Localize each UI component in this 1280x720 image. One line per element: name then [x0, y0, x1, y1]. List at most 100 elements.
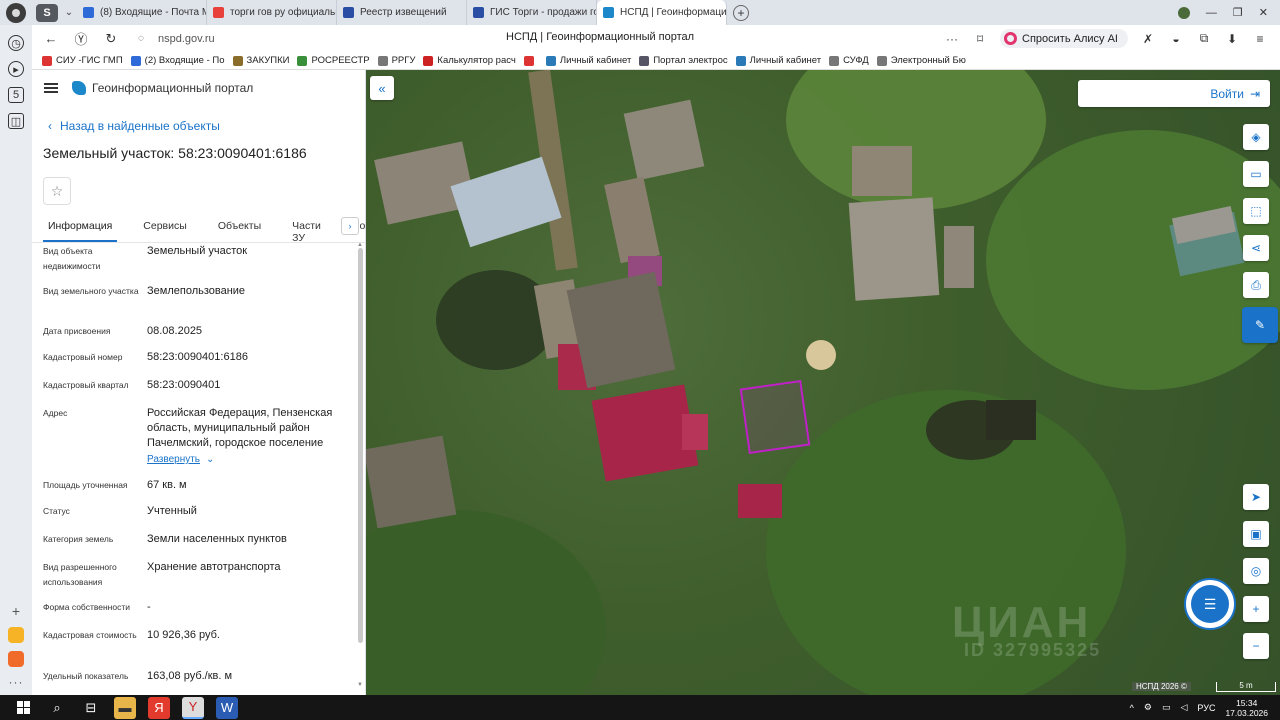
browser-tab[interactable]: НСПД | Геоинформацион ✕ — [597, 0, 727, 25]
tray-app-icon[interactable]: ⚙ — [1144, 702, 1152, 713]
panel-scrollbar[interactable] — [358, 248, 363, 643]
panel-tab[interactable]: Информация — [43, 217, 118, 242]
app-icon-yellow[interactable] — [8, 627, 24, 643]
bookmark-icon[interactable]: ⌑ — [972, 31, 988, 47]
five-icon[interactable]: 5 — [8, 87, 24, 103]
restore-icon[interactable]: ❐ — [1233, 6, 1243, 19]
sand-patch — [806, 340, 836, 370]
bookmark-item[interactable]: Калькулятор расч — [423, 55, 516, 66]
ruler-icon[interactable]: ▭ — [1243, 161, 1269, 187]
panel-tab[interactable]: Сервисы — [138, 217, 192, 242]
property-value: 08.08.2025 — [147, 325, 203, 337]
explorer-icon[interactable]: ▬ — [114, 696, 136, 719]
back-arrow-icon[interactable]: ← — [40, 28, 62, 50]
print-icon[interactable]: ⎙ — [1243, 272, 1269, 298]
chat-button[interactable]: ☰ — [1184, 578, 1236, 630]
geolocation-icon[interactable]: ◎ — [1243, 558, 1269, 584]
portal-logo-icon — [72, 81, 86, 95]
close-window-icon[interactable]: ✕ — [1259, 6, 1268, 19]
browser-tab[interactable]: торги гов ру официальн — [207, 0, 337, 25]
browser-tab[interactable]: (8) Входящие - Почта Ma — [77, 0, 207, 25]
minimap-icon[interactable]: ▣ — [1243, 521, 1269, 547]
site-info-icon[interactable]: ◌ — [130, 28, 152, 50]
menu-icon[interactable]: ≡ — [1252, 31, 1268, 47]
url-field[interactable]: nspd.gov.ru — [158, 33, 215, 45]
browser-tab[interactable]: ГИС Торги - продажи гос — [467, 0, 597, 25]
object-tabs: ИнформацияСервисыОбъектыЧасти ЗУСостав› — [32, 217, 365, 244]
map-scale: 5 m — [1216, 682, 1276, 692]
volume-icon[interactable]: ◁ — [1181, 702, 1188, 713]
screenshot-icon[interactable]: ◫ — [8, 113, 24, 129]
yandex-browser-icon[interactable]: Я — [148, 696, 170, 719]
property-value: Российская Федерация, Пензенская область… — [147, 407, 333, 449]
collections-icon[interactable]: ⧉ — [1196, 31, 1212, 47]
share-icon[interactable]: ⋖ — [1243, 235, 1269, 261]
history-icon[interactable]: ◷ — [8, 35, 24, 51]
select-area-icon[interactable]: ⬚ — [1243, 198, 1269, 224]
bookmark-item[interactable]: СИУ -ГИС ГМП — [42, 55, 123, 66]
back-to-results-link[interactable]: ‹ Назад в найденные объекты — [48, 119, 365, 133]
satellite-map[interactable]: ЦИАН ID 327995325 « Войти ⇥ ◈ ▭ ⬚ ⋖ ⎙ ✎ … — [366, 70, 1280, 695]
zoom-in-button[interactable]: + — [1243, 596, 1269, 622]
bookmark-item[interactable]: Личный кабинет — [735, 55, 821, 66]
tray-chevron-icon[interactable]: ^ — [1130, 703, 1134, 713]
browser-tab[interactable]: Реестр извещений — [337, 0, 467, 25]
address-bar: ← Ⓨ ↻ ◌ nspd.gov.ru НСПД | Геоинформацио… — [32, 25, 1280, 52]
layers-icon[interactable]: ◈ — [1243, 124, 1269, 150]
profile-s-icon[interactable]: S — [36, 3, 58, 22]
play-icon[interactable]: ▸ — [8, 61, 24, 77]
language-indicator[interactable]: РУС — [1197, 703, 1215, 713]
translate-icon[interactable]: ✗ — [1140, 31, 1156, 47]
app-icon-orange[interactable] — [8, 651, 24, 667]
building-roof — [944, 226, 974, 288]
property-key: Статус — [43, 506, 70, 516]
more-options-icon[interactable]: ··· — [944, 31, 960, 47]
bookmark-item[interactable] — [523, 55, 538, 66]
chevron-down-icon[interactable]: ⌄ — [61, 4, 77, 22]
login-button[interactable]: Войти ⇥ — [1078, 80, 1270, 107]
clock[interactable]: 15:34 17.03.2026 — [1225, 698, 1268, 718]
search-icon[interactable]: ⌕ — [46, 697, 68, 719]
minimize-icon[interactable]: — — [1206, 7, 1217, 19]
add-panel-icon[interactable]: + — [12, 603, 20, 619]
bookmark-item[interactable]: Электронный Бю — [876, 55, 966, 66]
locate-me-icon[interactable]: ➤ — [1243, 484, 1269, 510]
bookmark-item[interactable]: РРГУ — [377, 55, 415, 66]
property-key: Вид объекта недвижимости — [43, 246, 101, 271]
expand-address-link[interactable]: Развернуть ⌄ — [147, 452, 347, 467]
reader-icon[interactable]: ◒ — [1168, 31, 1184, 47]
ask-alice-button[interactable]: Спросить Алису AI — [1000, 29, 1128, 48]
bookmark-item[interactable]: Портал электрос — [639, 55, 728, 66]
bookmark-item[interactable]: СУФД — [829, 55, 869, 66]
scroll-down-icon[interactable]: ▼ — [357, 682, 363, 688]
selected-parcel-outline[interactable] — [739, 380, 811, 454]
yandex-active-icon[interactable]: Y — [182, 696, 204, 719]
task-view-icon[interactable]: ⊟ — [80, 697, 102, 719]
reload-icon[interactable]: ↻ — [100, 28, 122, 50]
yandex-icon[interactable]: Ⓨ — [70, 28, 92, 50]
property-row: Вид земельного участка Землепользование — [43, 284, 365, 324]
bookmark-item[interactable]: Личный кабинет — [545, 55, 631, 66]
new-tab-button[interactable]: + — [733, 4, 749, 21]
network-icon[interactable]: ▭ — [1162, 702, 1171, 713]
property-key: Удельный показатель — [43, 671, 129, 681]
browser-logo-icon[interactable] — [6, 2, 26, 23]
tabs-scroll-right-icon[interactable]: › — [341, 217, 359, 235]
panel-tab[interactable]: Объекты — [213, 217, 266, 242]
favorite-star-icon[interactable]: ☆ — [43, 177, 71, 205]
tab-favicon-icon — [473, 7, 484, 18]
downloads-icon[interactable]: ⬇ — [1224, 31, 1240, 47]
bookmark-item[interactable]: РОСРЕЕСТР — [297, 55, 370, 66]
draw-icon[interactable]: ✎ — [1242, 307, 1278, 343]
extension-icon[interactable] — [1177, 6, 1190, 19]
bookmark-item[interactable]: ЗАКУПКИ — [232, 55, 289, 66]
zoom-out-button[interactable]: − — [1243, 633, 1269, 659]
property-row: Вид разрешенного использования Хранение … — [43, 560, 365, 600]
bookmark-item[interactable]: (2) Входящие - По — [130, 55, 225, 66]
panel-tab[interactable]: Части ЗУ — [287, 217, 326, 244]
collapse-panel-button[interactable]: « — [370, 76, 394, 100]
hamburger-menu-icon[interactable] — [44, 83, 58, 93]
more-icon[interactable]: ··· — [9, 675, 24, 689]
start-icon[interactable] — [12, 697, 34, 719]
word-icon[interactable]: W — [216, 696, 238, 719]
